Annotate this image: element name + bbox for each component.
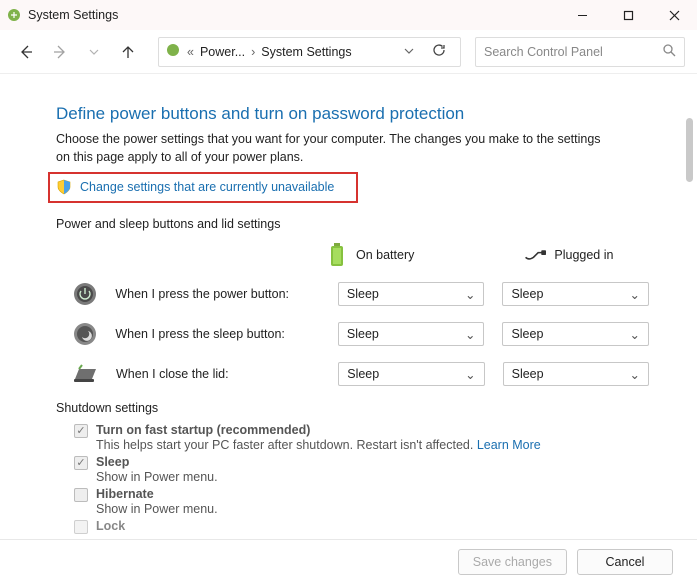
up-button[interactable]	[114, 38, 142, 66]
toolbar: « Power... › System Settings	[0, 30, 697, 74]
chk-sub: Show in Power menu.	[96, 470, 218, 484]
row-close-lid: When I close the lid: Sleep⌄ Sleep⌄	[56, 361, 649, 387]
checkbox-hibernate[interactable]	[74, 488, 88, 502]
search-icon	[662, 43, 676, 60]
row-label: When I close the lid:	[116, 367, 320, 381]
forward-button[interactable]	[46, 38, 74, 66]
window-title: System Settings	[28, 8, 118, 22]
chk-lock: Lock	[56, 519, 649, 534]
titlebar: System Settings	[0, 0, 697, 30]
column-headers: On battery Plugged in	[56, 241, 649, 269]
row-power-button: When I press the power button: Sleep⌄ Sl…	[56, 281, 649, 307]
address-dropdown[interactable]	[400, 45, 418, 59]
checkbox-sleep[interactable]	[74, 456, 88, 470]
minimize-button[interactable]	[559, 0, 605, 30]
col-plugged-label: Plugged in	[554, 248, 613, 262]
address-bar[interactable]: « Power... › System Settings	[158, 37, 461, 67]
chk-title: Hibernate	[96, 487, 154, 501]
search-box[interactable]	[475, 37, 685, 67]
chk-sub: This helps start your PC faster after sh…	[96, 438, 473, 452]
power-button-battery-select[interactable]: Sleep⌄	[338, 282, 485, 306]
search-input[interactable]	[484, 45, 676, 59]
chk-hibernate: Hibernate Show in Power menu.	[56, 487, 649, 516]
chevron-down-icon: ⌄	[630, 367, 640, 382]
power-button-plugged-select[interactable]: Sleep⌄	[502, 282, 649, 306]
content-area: Define power buttons and turn on passwor…	[0, 74, 697, 539]
highlight-box: Change settings that are currently unava…	[48, 172, 358, 203]
breadcrumb-power[interactable]: Power...	[200, 45, 245, 59]
row-sleep-button: When I press the sleep button: Sleep⌄ Sl…	[56, 321, 649, 347]
breadcrumb-prefix: «	[187, 45, 194, 59]
chk-title: Sleep	[96, 455, 129, 469]
breadcrumb-system-settings[interactable]: System Settings	[261, 45, 351, 59]
chevron-down-icon: ⌄	[465, 327, 475, 342]
laptop-lid-icon	[72, 361, 98, 387]
cancel-button[interactable]: Cancel	[577, 549, 673, 575]
checkbox-fast-startup[interactable]	[74, 424, 88, 438]
page-heading: Define power buttons and turn on passwor…	[56, 104, 649, 124]
chk-sleep: Sleep Show in Power menu.	[56, 455, 649, 484]
learn-more-link[interactable]: Learn More	[477, 438, 541, 452]
maximize-button[interactable]	[605, 0, 651, 30]
power-button-icon	[72, 281, 97, 307]
plug-icon	[524, 241, 546, 269]
shield-icon	[56, 179, 72, 195]
recent-dropdown[interactable]	[80, 38, 108, 66]
save-changes-button[interactable]: Save changes	[458, 549, 567, 575]
battery-icon	[326, 241, 348, 269]
chk-sub: Show in Power menu.	[96, 502, 218, 516]
chevron-down-icon: ⌄	[630, 327, 640, 342]
sleep-button-plugged-select[interactable]: Sleep⌄	[502, 322, 649, 346]
chevron-right-icon: ›	[251, 45, 255, 59]
shutdown-settings-header: Shutdown settings	[56, 401, 649, 415]
chk-title: Turn on fast startup (recommended)	[96, 423, 310, 437]
sleep-button-battery-select[interactable]: Sleep⌄	[338, 322, 485, 346]
page-description: Choose the power settings that you want …	[56, 130, 616, 166]
chevron-down-icon: ⌄	[465, 367, 475, 382]
close-button[interactable]	[651, 0, 697, 30]
scrollbar-thumb[interactable]	[686, 118, 693, 182]
close-lid-plugged-select[interactable]: Sleep⌄	[503, 362, 649, 386]
section-label: Power and sleep buttons and lid settings	[56, 217, 649, 231]
sleep-button-icon	[72, 321, 97, 347]
footer: Save changes Cancel	[0, 539, 697, 583]
back-button[interactable]	[12, 38, 40, 66]
chk-title: Lock	[96, 519, 125, 533]
change-settings-link[interactable]: Change settings that are currently unava…	[80, 180, 334, 194]
checkbox-lock[interactable]	[74, 520, 88, 534]
chevron-down-icon: ⌄	[630, 287, 640, 302]
col-battery-label: On battery	[356, 248, 414, 262]
row-label: When I press the power button:	[115, 287, 320, 301]
refresh-button[interactable]	[424, 43, 454, 60]
close-lid-battery-select[interactable]: Sleep⌄	[338, 362, 484, 386]
row-label: When I press the sleep button:	[115, 327, 320, 341]
location-icon	[165, 42, 181, 61]
app-icon	[6, 7, 22, 23]
chevron-down-icon: ⌄	[465, 287, 475, 302]
chk-fast-startup: Turn on fast startup (recommended) This …	[56, 423, 649, 452]
